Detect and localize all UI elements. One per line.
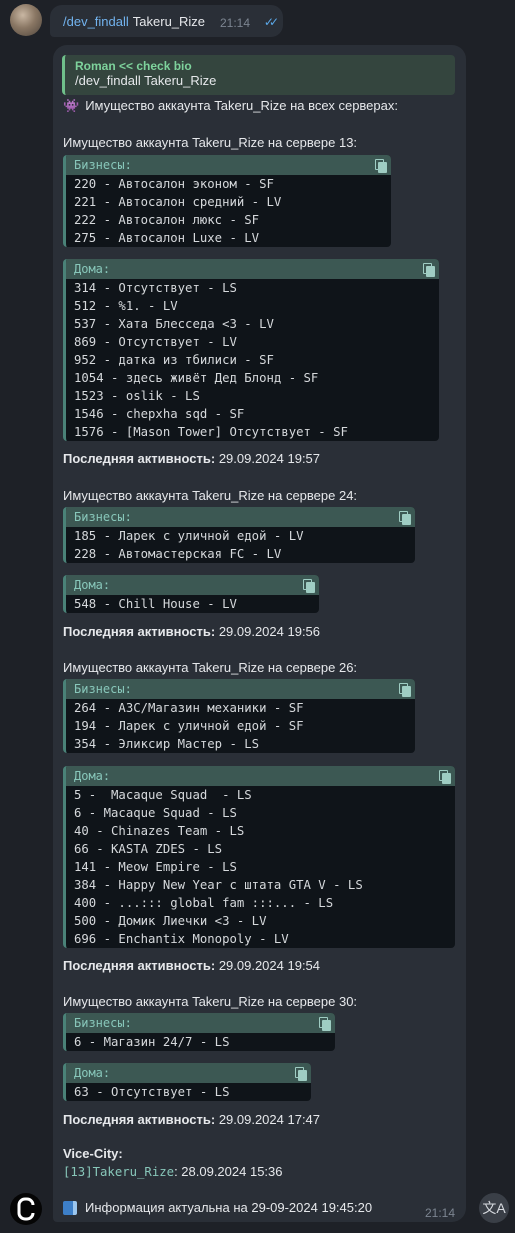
bot-avatar[interactable] bbox=[10, 1193, 42, 1225]
business-row: 264 - АЗС/Магазин механики - SF bbox=[74, 701, 304, 715]
bot-logo-icon bbox=[17, 1197, 35, 1221]
code-block-label: Бизнесы: bbox=[74, 510, 132, 524]
home-row: 384 - Happy New Year с штата GTA V - LS bbox=[74, 878, 363, 892]
last-activity: Последняя активность: 29.09.2024 19:54 bbox=[63, 958, 320, 973]
business-row: 228 - Автомастерская FC - LV bbox=[74, 547, 282, 561]
vice-city-row: [13]Takeru_Rize: 28.09.2024 15:36 bbox=[63, 1164, 283, 1179]
info-line: Информация актуальна на 29-09-2024 19:45… bbox=[63, 1200, 372, 1215]
home-row: 63 - Отсутствует - LS bbox=[74, 1085, 230, 1099]
business-row: 275 - Автосалон Luxe - LV bbox=[74, 231, 260, 245]
copy-icon[interactable] bbox=[319, 1017, 331, 1031]
home-row: 1546 - chepxha sqd - SF bbox=[74, 407, 245, 421]
business-row: 221 - Автосалон средний - LV bbox=[74, 195, 282, 209]
homes-code-block[interactable]: Дома: 63 - Отсутствует - LS bbox=[63, 1063, 311, 1101]
home-row: 6 - Macaque Squad - LS bbox=[74, 806, 237, 820]
reply-author: Roman << check bio bbox=[75, 59, 192, 73]
home-row: 1054 - здесь живёт Дед Блонд - SF bbox=[74, 371, 319, 385]
home-row: 696 - Enchantix Monopoly - LV bbox=[74, 932, 289, 946]
summary-header: 👾 Имущество аккаунта Takeru_Rize на всех … bbox=[63, 98, 398, 114]
code-block-label: Дома: bbox=[74, 769, 111, 783]
home-row: 548 - Chill House - LV bbox=[74, 597, 237, 611]
last-activity-value: 29.09.2024 19:56 bbox=[218, 624, 321, 639]
home-row: 869 - Отсутствует - LV bbox=[74, 335, 237, 349]
copy-icon[interactable] bbox=[399, 683, 411, 697]
homes-code-block[interactable]: Дома: 548 - Chill House - LV bbox=[63, 575, 319, 613]
home-row: 141 - Meow Empire - LS bbox=[74, 860, 237, 874]
command-argument: Takeru_Rize bbox=[132, 13, 206, 29]
last-activity-label: Последняя активность: bbox=[63, 958, 216, 973]
last-activity: Последняя активность: 29.09.2024 19:57 bbox=[63, 451, 320, 466]
info-text: Информация актуальна на 29-09-2024 19:45… bbox=[85, 1200, 373, 1215]
code-block-label: Дома: bbox=[74, 578, 111, 592]
last-activity: Последняя активность: 29.09.2024 19:56 bbox=[63, 624, 320, 639]
vice-city-date: : 28.09.2024 15:36 bbox=[174, 1164, 283, 1179]
last-activity: Последняя активность: 29.09.2024 17:47 bbox=[63, 1112, 320, 1127]
translate-button[interactable]: 文A bbox=[479, 1193, 509, 1223]
last-activity-value: 29.09.2024 19:57 bbox=[218, 451, 321, 466]
vice-city-title: Vice-City: bbox=[63, 1146, 123, 1161]
command-link[interactable]: /dev_findall bbox=[63, 14, 129, 29]
server-title: Имущество аккаунта Takeru_Rize на сервер… bbox=[63, 994, 358, 1009]
vice-city-account: [13]Takeru_Rize bbox=[63, 1165, 175, 1179]
last-activity-label: Последняя активность: bbox=[63, 624, 216, 639]
copy-icon[interactable] bbox=[375, 159, 387, 173]
message-time: 21:14 bbox=[425, 1206, 456, 1220]
home-row: 66 - KASTA ZDES - LS bbox=[74, 842, 223, 856]
business-code-block[interactable]: Бизнесы: 185 - Ларек с уличной едой - LV… bbox=[63, 507, 415, 563]
code-block-label: Бизнесы: bbox=[74, 682, 132, 696]
copy-icon[interactable] bbox=[399, 511, 411, 525]
business-row: 185 - Ларек с уличной едой - LV bbox=[74, 529, 304, 543]
homes-code-block[interactable]: Дома: 5 - Macaque Squad - LS 6 - Macaque… bbox=[63, 766, 455, 948]
home-row: 5 - Macaque Squad - LS bbox=[74, 788, 252, 802]
user-avatar[interactable] bbox=[10, 4, 42, 36]
reply-quote[interactable]: Roman << check bio /dev_findall Takeru_R… bbox=[62, 55, 455, 95]
business-row: 6 - Магазин 24/7 - LS bbox=[74, 1035, 230, 1049]
copy-icon[interactable] bbox=[295, 1067, 307, 1081]
business-row: 194 - Ларек с уличной едой - SF bbox=[74, 719, 304, 733]
business-code-block[interactable]: Бизнесы: 6 - Магазин 24/7 - LS bbox=[63, 1013, 335, 1051]
business-row: 354 - Эликсир Мастер - LS bbox=[74, 737, 260, 751]
business-row: 220 - Автосалон эконом - SF bbox=[74, 177, 274, 191]
space-invader-icon: 👾 bbox=[63, 98, 80, 113]
business-code-block[interactable]: Бизнесы: 220 - Автосалон эконом - SF 221… bbox=[63, 155, 391, 247]
server-title: Имущество аккаунта Takeru_Rize на сервер… bbox=[63, 660, 358, 675]
home-row: 537 - Хата Блесседа <3 - LV bbox=[74, 317, 274, 331]
home-row: 40 - Chinazes Team - LS bbox=[74, 824, 245, 838]
last-activity-label: Последняя активность: bbox=[63, 451, 216, 466]
business-code-block[interactable]: Бизнесы: 264 - АЗС/Магазин механики - SF… bbox=[63, 679, 415, 753]
business-row: 222 - Автосалон люкс - SF bbox=[74, 213, 260, 227]
command-message[interactable]: /dev_findall Takeru_Rize 21:14 ✓✓ bbox=[50, 5, 283, 37]
home-row: 1523 - oslik - LS bbox=[74, 389, 200, 403]
book-icon bbox=[63, 1200, 77, 1215]
server-title: Имущество аккаунта Takeru_Rize на сервер… bbox=[63, 135, 358, 150]
home-row: 500 - Домик Лиечки <3 - LV bbox=[74, 914, 267, 928]
copy-icon[interactable] bbox=[423, 263, 435, 277]
home-row: 512 - %1. - LV bbox=[74, 299, 178, 313]
home-row: 314 - Отсутствует - LS bbox=[74, 281, 237, 295]
last-activity-value: 29.09.2024 17:47 bbox=[218, 1112, 321, 1127]
copy-icon[interactable] bbox=[439, 770, 451, 784]
translate-icon: 文A bbox=[482, 1200, 506, 1216]
message-time: 21:14 bbox=[219, 16, 250, 30]
homes-code-block[interactable]: Дома: 314 - Отсутствует - LS 512 - %1. -… bbox=[63, 259, 439, 441]
code-block-label: Бизнесы: bbox=[74, 158, 132, 172]
home-row: 1576 - [Mason Tower] Отсутствует - SF bbox=[74, 425, 348, 439]
server-title: Имущество аккаунта Takeru_Rize на сервер… bbox=[63, 488, 358, 503]
code-block-label: Дома: bbox=[74, 1066, 111, 1080]
reply-text: /dev_findall Takeru_Rize bbox=[75, 73, 217, 88]
home-row: 400 - ...::: global fam :::... - LS bbox=[74, 896, 334, 910]
read-checkmarks-icon: ✓✓ bbox=[263, 15, 279, 29]
code-block-label: Дома: bbox=[74, 262, 111, 276]
summary-header-text: Имущество аккаунта Takeru_Rize на всех с… bbox=[85, 98, 398, 113]
home-row: 952 - датка из тбилиси - SF bbox=[74, 353, 274, 367]
copy-icon[interactable] bbox=[303, 579, 315, 593]
last-activity-value: 29.09.2024 19:54 bbox=[218, 958, 321, 973]
code-block-label: Бизнесы: bbox=[74, 1016, 132, 1030]
last-activity-label: Последняя активность: bbox=[63, 1112, 216, 1127]
